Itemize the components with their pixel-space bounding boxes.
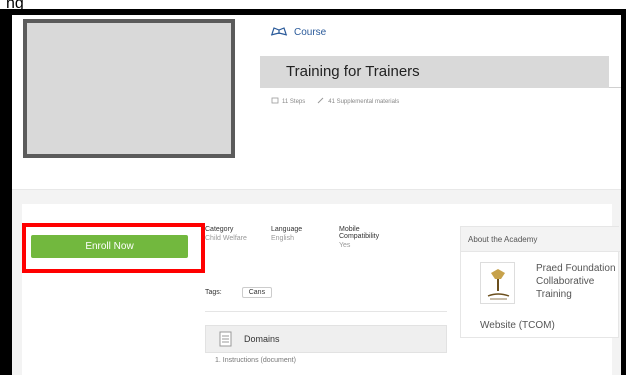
course-thumbnail	[23, 19, 235, 158]
tags-row: Tags: Cans	[205, 287, 273, 298]
frame-border-right	[621, 9, 626, 375]
course-meta: 11 Steps 41 Supplemental materials	[271, 97, 399, 106]
language-value: English	[271, 235, 294, 242]
category-label: Category	[205, 226, 234, 233]
course-header: Course Training for Trainers 11 Steps 41…	[12, 15, 621, 190]
section-divider	[205, 311, 447, 312]
enroll-now-button[interactable]: Enroll Now	[31, 235, 188, 258]
book-icon	[270, 26, 288, 39]
about-academy-title: About the Academy	[461, 227, 620, 252]
frame-border-left	[0, 9, 12, 375]
course-title-box: Training for Trainers	[260, 56, 609, 88]
domains-header[interactable]: Domains	[205, 325, 447, 353]
course-type-label: Course	[270, 26, 326, 39]
steps-count: 11 Steps	[282, 98, 306, 105]
academy-name: Praed Foundation Collaborative Training	[536, 263, 616, 300]
course-type-text: Course	[294, 27, 327, 38]
mobile-compatibility-label: Mobile Compatibility	[339, 226, 380, 240]
top-cropped-text: ng	[6, 0, 24, 9]
academy-name-line2: Website (TCOM)	[480, 320, 555, 331]
domain-item[interactable]: 1. Instructions (document)	[205, 353, 447, 375]
course-title: Training for Trainers	[286, 63, 420, 80]
academy-logo	[480, 262, 515, 304]
steps-icon	[271, 97, 279, 106]
header-band	[12, 190, 621, 204]
supplemental-count: 41 Supplemental materials	[328, 98, 400, 105]
about-academy-panel: About the Academy Praed Foundation Colla…	[460, 226, 620, 338]
domains-label: Domains	[244, 334, 280, 344]
tags-label: Tags:	[205, 289, 222, 296]
tag-item[interactable]: Cans	[241, 287, 273, 298]
language-label: Language	[271, 226, 303, 233]
page: ng Course Training for Trainers 11 Steps	[0, 0, 626, 375]
category-value: Child Welfare	[205, 235, 247, 242]
mobile-compatibility-value: Yes	[339, 242, 351, 249]
title-rule	[609, 87, 621, 88]
pencil-icon	[317, 97, 325, 106]
document-list-icon	[216, 330, 234, 348]
